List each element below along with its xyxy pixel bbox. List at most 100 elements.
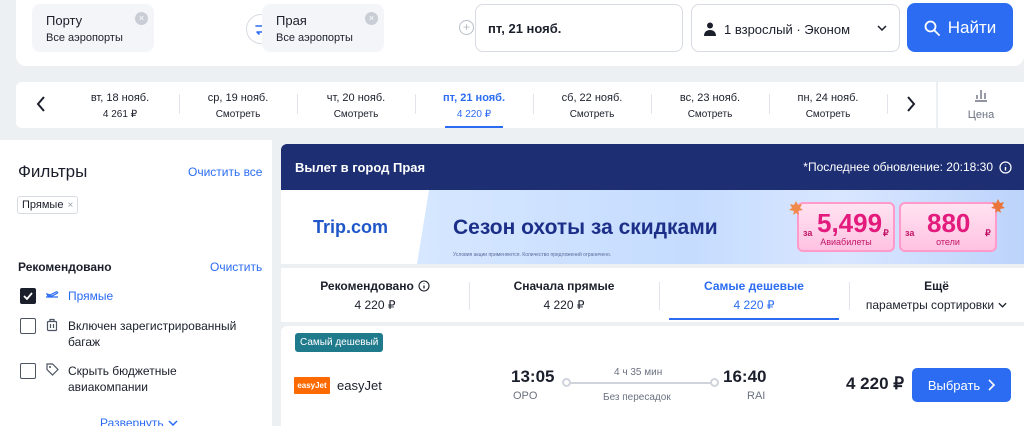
ticket-caption: Авиабилеты [820,237,872,247]
sort-tab-label: Самые дешевые [704,279,804,293]
banner-content: Сезон охоты за скидками Условия акции пр… [417,190,1024,264]
date-option-selected[interactable]: пт, 21 нояб. 4 220 ₽ [415,82,533,128]
sort-tab-direct-first[interactable]: Сначала прямые 4 220 ₽ [469,268,659,322]
filters-panel: Фильтры Очистить все Прямые × Рекомендов… [0,140,272,426]
filter-option-baggage[interactable]: Включен зарегистрированный багаж [20,318,248,350]
destination-airports: Все аэропорты [276,32,353,44]
clear-origin-icon[interactable]: × [135,12,148,25]
select-flight-button[interactable]: Выбрать [912,368,1011,402]
sort-tab-price: 4 220 ₽ [543,298,585,312]
arrival-time: 16:40 [723,367,767,386]
checkbox[interactable] [20,318,36,334]
expand-filters-button[interactable]: Развернуть [100,416,178,426]
date-option-label: пт, 21 нояб. [442,92,506,104]
destination-city: Прая [276,13,307,28]
banner-headline: Сезон охоты за скидками [453,216,718,239]
results-header: Вылет в город Прая *Последнее обновление… [281,144,1024,190]
chevron-left-icon [36,96,45,112]
clear-destination-icon[interactable]: × [365,12,378,25]
filter-option-label: Скрыть бюджетные авиакомпании [68,364,177,394]
departure-airport: OPO [513,390,538,402]
filter-option-label: Включен зарегистрированный багаж [68,319,237,349]
price-chart-toggle[interactable]: Цена [938,82,1024,128]
banner-fine-print: Условия акции применяются. Количество пр… [453,252,612,258]
promo-banner[interactable]: Trip.com Сезон охоты за скидками Условия… [281,190,1024,264]
sort-tab-label: Ещё [924,279,949,293]
active-filter-chip[interactable]: Прямые × [17,196,79,214]
date-option[interactable]: чт, 20 нояб. Смотреть [297,82,415,128]
checkbox[interactable] [20,363,36,379]
expand-filters-label: Развернуть [100,416,164,426]
chevron-right-icon [907,96,916,112]
search-button-label: Найти [947,17,997,37]
sort-tab-label: Рекомендовано [320,279,414,293]
arrival-airport: RAI [747,390,766,402]
results-title: Вылет в город Прая [295,160,426,175]
sort-tab-more[interactable]: Ещё параметры сортировки [849,268,1024,322]
date-option-price: Смотреть [215,109,261,120]
date-option-price: Смотреть [687,109,733,120]
search-icon [924,20,940,36]
route-start-dot [562,378,571,387]
date-option[interactable]: пн, 24 нояб. Смотреть [769,82,887,128]
sort-tab-price: 4 220 ₽ [354,298,396,312]
bar-chart-icon [975,90,987,102]
checkbox-checked[interactable] [20,288,36,304]
date-option-price: 4 261 ₽ [102,109,138,120]
add-destination-icon[interactable]: + [459,20,474,35]
origin-airports: Все аэропорты [46,32,123,44]
date-option-price: Смотреть [569,109,615,120]
ticket-value: 880 [927,208,971,238]
sort-tab-label-row: Рекомендовано [281,279,469,293]
sort-options-label: параметры сортировки [865,298,995,312]
flight-card[interactable]: Самый дешевый easyJet easyJet 13:05 OPO … [281,326,1024,426]
person-icon [704,22,716,36]
date-option[interactable]: вт, 18 нояб. 4 261 ₽ [61,82,179,128]
date-option[interactable]: сб, 22 нояб. Смотреть [533,82,651,128]
info-icon[interactable] [999,160,1012,174]
active-filter-chip-label: Прямые [22,199,64,211]
flight-duration: 4 ч 35 мин [614,367,663,378]
ticket-caption: отели [936,237,960,247]
maple-leaf-icon [789,201,803,215]
maple-leaf-icon [991,199,1005,213]
date-field[interactable]: пт, 21 нояб. [475,4,683,52]
airline-name: easyJet [337,378,382,393]
date-option[interactable]: ср, 19 нояб. Смотреть [179,82,297,128]
sort-tab-label: Сначала прямые [513,279,615,293]
info-icon[interactable] [418,280,430,292]
passengers-field[interactable]: 1 взрослый · Эконом [691,4,900,52]
sort-tab-recommended[interactable]: Рекомендовано 4 220 ₽ [281,268,469,322]
destination-field[interactable]: Прая Все аэропорты × [262,4,384,52]
date-option[interactable]: вс, 23 нояб. Смотреть [651,82,769,128]
route-line [565,382,715,384]
origin-field[interactable]: Порту Все аэропорты × [32,4,154,52]
plane-icon [44,288,60,300]
next-dates-button[interactable] [899,92,923,116]
date-option-price: Смотреть [333,109,379,120]
chevron-down-icon [998,302,1007,308]
promo-ticket-hotels: за 880 ₽ отели [899,202,997,252]
filters-title: Фильтры [18,162,88,181]
divider [887,94,888,114]
search-button[interactable]: Найти [907,3,1013,52]
promo-ticket-flights: за 5,499 ₽ Авиабилеты [797,202,895,252]
remove-chip-icon[interactable]: × [67,200,73,211]
recommended-section-title: Рекомендовано [18,260,112,274]
prev-dates-button[interactable] [29,92,53,116]
clear-all-filters-link[interactable]: Очистить все [188,165,262,179]
filter-option-hide-budget[interactable]: Скрыть бюджетные авиакомпании [20,363,248,395]
clear-recommended-link[interactable]: Очистить [210,260,262,274]
date-option-label: вс, 23 нояб. [679,92,741,104]
stops-info: Без пересадок [603,392,671,403]
date-option-price: Смотреть [805,109,851,120]
origin-city: Порту [46,13,83,28]
cheapest-badge: Самый дешевый [295,333,384,352]
luggage-icon [44,318,60,332]
last-updated: *Последнее обновление: 20:18:30 [803,160,1012,174]
date-option-label: чт, 20 нояб. [326,92,386,104]
filter-option-label: Прямые [68,289,114,303]
tag-icon [44,363,60,376]
sort-tab-cheapest[interactable]: Самые дешевые 4 220 ₽ [659,268,849,322]
filter-option-direct[interactable]: Прямые [20,288,248,304]
